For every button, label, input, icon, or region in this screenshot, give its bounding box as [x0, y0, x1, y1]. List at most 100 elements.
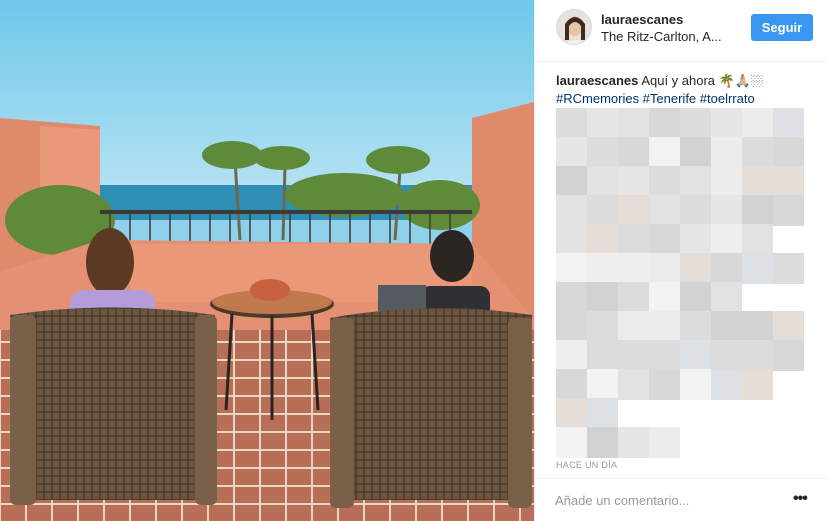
- pixel-block: [618, 340, 649, 371]
- pixel-block: [773, 311, 804, 342]
- post-location[interactable]: The Ritz-Carlton, A...: [601, 29, 722, 44]
- photo-scene: [0, 0, 534, 521]
- pixel-block: [587, 195, 618, 226]
- pixelated-comments: [556, 108, 828, 460]
- pixel-block: [587, 108, 618, 139]
- avatar[interactable]: [556, 9, 592, 45]
- pixel-block: [587, 340, 618, 371]
- pixel-block: [556, 166, 587, 197]
- pixel-block: [773, 166, 804, 197]
- pixel-block: [773, 340, 804, 371]
- pixel-block: [587, 311, 618, 342]
- pixel-block: [556, 195, 587, 226]
- pixel-block: [773, 137, 804, 168]
- pixel-block: [680, 253, 711, 284]
- pixel-block: [680, 369, 711, 400]
- pixel-block: [649, 340, 680, 371]
- pixel-block: [556, 224, 587, 255]
- pixel-block: [742, 166, 773, 197]
- pixel-block: [618, 137, 649, 168]
- pixel-block: [742, 340, 773, 371]
- pixel-block: [587, 369, 618, 400]
- pixel-block: [680, 108, 711, 139]
- pixel-block: [649, 282, 680, 313]
- pixel-block: [742, 137, 773, 168]
- pixel-block: [711, 311, 742, 342]
- pixel-block: [711, 137, 742, 168]
- pixel-block: [773, 195, 804, 226]
- comment-input[interactable]: [555, 489, 785, 511]
- pixel-block: [618, 282, 649, 313]
- pixel-block: [680, 224, 711, 255]
- pixel-block: [556, 311, 587, 342]
- pixel-block: [587, 224, 618, 255]
- pixel-block: [711, 253, 742, 284]
- pixel-block: [773, 253, 804, 284]
- pixel-block: [556, 427, 587, 458]
- post-timestamp: HACE UN DÍA: [556, 460, 618, 470]
- pixel-block: [680, 166, 711, 197]
- pixel-block: [587, 282, 618, 313]
- comment-bar: •••: [535, 478, 828, 521]
- pixel-block: [618, 253, 649, 284]
- caption-text: Aquí y ahora 🌴🙏🏼🏼: [641, 73, 765, 88]
- pixel-block: [587, 427, 618, 458]
- pixel-block: [742, 108, 773, 139]
- pixel-block: [649, 224, 680, 255]
- post-header: lauraescanes The Ritz-Carlton, A... Segu…: [535, 0, 828, 62]
- pixel-block: [680, 282, 711, 313]
- pixel-block: [773, 108, 804, 139]
- pixel-block: [711, 108, 742, 139]
- pixel-block: [742, 195, 773, 226]
- pixel-block: [742, 311, 773, 342]
- pixel-block: [711, 282, 742, 313]
- pixel-block: [711, 195, 742, 226]
- pixel-block: [649, 195, 680, 226]
- post-username[interactable]: lauraescanes: [601, 12, 683, 27]
- pixel-block: [618, 311, 649, 342]
- pixel-block: [587, 398, 618, 429]
- pixel-block: [587, 253, 618, 284]
- post-caption: lauraescanes Aquí y ahora 🌴🙏🏼🏼 #RCmemori…: [556, 72, 814, 108]
- avatar-image: [557, 10, 591, 44]
- pixel-block: [711, 369, 742, 400]
- pixel-block: [556, 253, 587, 284]
- follow-button[interactable]: Seguir: [751, 14, 813, 41]
- pixel-block: [556, 282, 587, 313]
- pixel-block: [742, 369, 773, 400]
- pixel-block: [618, 166, 649, 197]
- pixel-block: [649, 137, 680, 168]
- pixel-block: [649, 108, 680, 139]
- pixel-block: [711, 340, 742, 371]
- pixel-block: [680, 311, 711, 342]
- pixel-block: [649, 253, 680, 284]
- caption-username[interactable]: lauraescanes: [556, 73, 638, 88]
- post-photo[interactable]: [0, 0, 534, 521]
- pixel-block: [618, 427, 649, 458]
- pixel-block: [587, 166, 618, 197]
- pixel-block: [742, 224, 773, 255]
- pixel-block: [556, 108, 587, 139]
- pixel-block: [711, 166, 742, 197]
- pixel-block: [711, 224, 742, 255]
- pixel-block: [618, 195, 649, 226]
- pixel-block: [649, 166, 680, 197]
- pixel-block: [649, 427, 680, 458]
- pixel-block: [742, 253, 773, 284]
- caption-hashtags[interactable]: #RCmemories #Tenerife #toelrrato: [556, 91, 755, 106]
- pixel-block: [618, 108, 649, 139]
- pixel-block: [556, 137, 587, 168]
- pixel-block: [587, 137, 618, 168]
- pixel-block: [556, 369, 587, 400]
- pixel-block: [680, 340, 711, 371]
- pixel-block: [618, 224, 649, 255]
- more-options-icon[interactable]: •••: [793, 491, 808, 507]
- pixel-block: [680, 195, 711, 226]
- pixel-block: [556, 340, 587, 371]
- pixel-block: [649, 311, 680, 342]
- pixel-block: [556, 398, 587, 429]
- pixel-block: [649, 369, 680, 400]
- pixel-block: [618, 369, 649, 400]
- post-sidebar: lauraescanes The Ritz-Carlton, A... Segu…: [534, 0, 828, 521]
- pixel-block: [680, 137, 711, 168]
